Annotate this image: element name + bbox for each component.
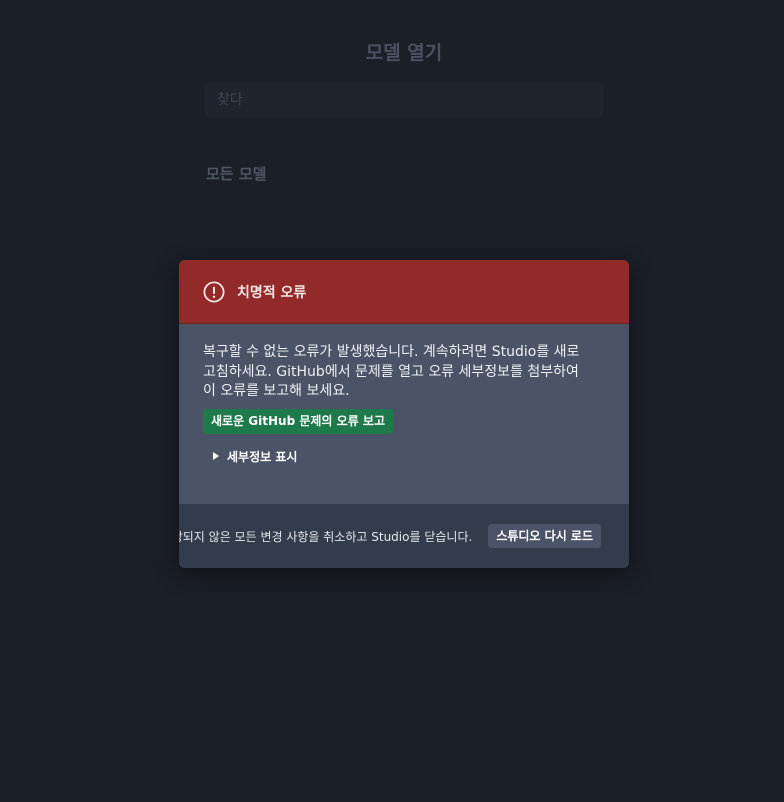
page-title: 모델 열기 [365, 42, 443, 64]
footer-description: 저장되지 않은 모든 변경 사항을 취소하고 Studio를 닫습니다. [179, 529, 473, 544]
reload-studio-button[interactable]: 스튜디오 다시 로드 [488, 524, 601, 548]
dialog-header: 치명적 오류 [179, 260, 629, 324]
dialog-title: 치명적 오류 [237, 284, 307, 301]
error-message: 복구할 수 없는 오류가 발생했습니다. 계속하려면 Studio를 새로 고침… [203, 343, 605, 402]
report-github-issue-button[interactable]: 새로운 GitHub 문제의 오류 보고 [203, 408, 393, 434]
show-details-label: 세부정보 표시 [227, 449, 298, 464]
error-message-line: 복구할 수 없는 오류가 발생했습니다. 계속하려면 Studio를 새로 [203, 344, 580, 360]
error-message-line: 고침하세요. GitHub에서 문제를 열고 오류 세부정보를 첨부하여 [203, 363, 579, 380]
dialog-body: 복구할 수 없는 오류가 발생했습니다. 계속하려면 Studio를 새로 고침… [179, 324, 629, 504]
fatal-error-dialog: 치명적 오류 복구할 수 없는 오류가 발생했습니다. 계속하려면 Studio… [179, 260, 629, 568]
search-input[interactable]: 찾다 [205, 83, 603, 118]
dialog-footer: 저장되지 않은 모든 변경 사항을 취소하고 Studio를 닫습니다. 스튜디… [179, 504, 629, 568]
alert-circle-icon [203, 280, 225, 303]
disclosure-triangle-icon [213, 452, 219, 460]
all-models-heading: 모든 모델 [206, 165, 267, 183]
show-details-toggle[interactable]: 세부정보 표시 [213, 448, 605, 465]
error-message-line: 이 오류를 보고해 보세요. [203, 383, 350, 399]
open-model-page: 모델 열기 찾다 모든 모델 치명적 오류 복구할 수 없는 오류가 발생했습니… [0, 0, 784, 802]
